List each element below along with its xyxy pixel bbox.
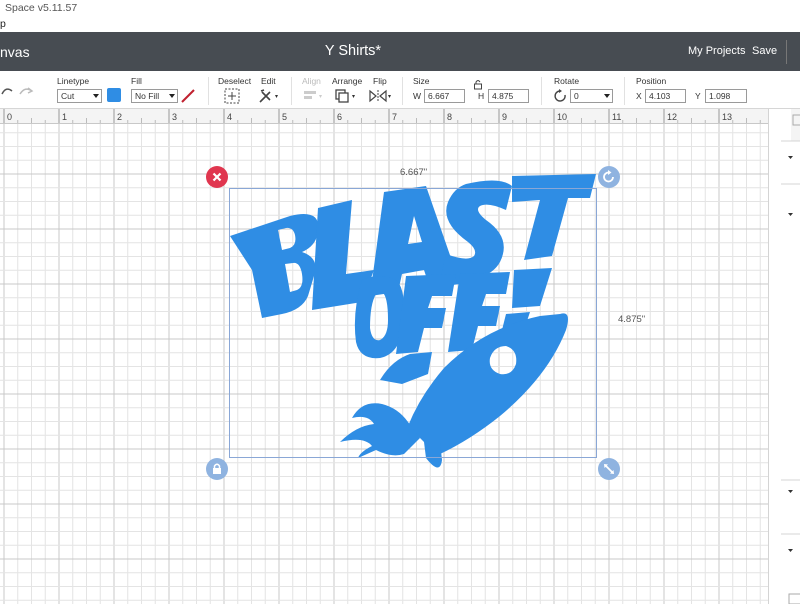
ruler-tick-label: 3 bbox=[172, 112, 177, 122]
arrange-label: Arrange bbox=[332, 76, 363, 86]
toolbar-divider bbox=[624, 77, 625, 105]
ruler-tick-label: 2 bbox=[117, 112, 122, 122]
resize-handle[interactable] bbox=[598, 458, 620, 480]
ruler-tick-label: 4 bbox=[227, 112, 232, 122]
ruler-tick-label: 8 bbox=[447, 112, 452, 122]
rotate-icon bbox=[554, 89, 566, 102]
ruler-tick-label: 11 bbox=[612, 112, 621, 122]
linetype-color-swatch[interactable] bbox=[107, 88, 121, 102]
close-icon bbox=[212, 172, 222, 182]
chevron-down-icon bbox=[169, 94, 175, 98]
menu-help[interactable]: p bbox=[0, 16, 6, 32]
lock-icon bbox=[213, 463, 221, 474]
size-width-value: 6.667 bbox=[428, 91, 450, 101]
header-divider bbox=[786, 40, 787, 64]
selection-bounding-box[interactable] bbox=[229, 188, 597, 458]
linetype-select[interactable]: Cut bbox=[57, 89, 102, 103]
ruler-tick-label: 5 bbox=[282, 112, 287, 122]
fill-value: No Fill bbox=[135, 91, 160, 101]
position-x-value: 4.103 bbox=[649, 91, 671, 101]
deselect-label: Deselect bbox=[218, 76, 252, 86]
project-title: Y Shirts* bbox=[324, 43, 382, 59]
position-label: Position bbox=[636, 76, 667, 86]
fill-color-none-icon[interactable] bbox=[180, 88, 196, 104]
toolbar-divider bbox=[541, 77, 542, 105]
ruler-tick-label: 1 bbox=[62, 112, 67, 122]
position-y-value: 1.098 bbox=[709, 91, 731, 101]
rotate-icon bbox=[603, 170, 614, 183]
deselect-icon[interactable] bbox=[224, 88, 240, 104]
horizontal-ruler: 0 1 2 3 4 5 6 7 8 9 10 11 12 13 bbox=[0, 109, 780, 124]
delete-handle[interactable] bbox=[206, 166, 228, 188]
size-width-input[interactable]: 6.667 bbox=[424, 89, 465, 103]
chevron-down-icon bbox=[788, 490, 793, 493]
selection-height-label: 4.875" bbox=[618, 314, 646, 325]
size-height-value: 4.875 bbox=[492, 91, 514, 101]
rotate-handle[interactable] bbox=[598, 166, 620, 188]
edit-toolbar: Linetype Cut Fill No Fill Deselect Edit … bbox=[0, 71, 800, 109]
toolbar-divider bbox=[291, 77, 292, 105]
chevron-down-icon bbox=[788, 156, 793, 159]
edit-tools-icon[interactable] bbox=[258, 88, 280, 104]
selection-width-label: 6.667" bbox=[400, 167, 428, 178]
ruler-tick-label: 7 bbox=[392, 112, 397, 122]
fill-select[interactable]: No Fill bbox=[131, 89, 178, 103]
pos-x-label: X bbox=[636, 91, 642, 101]
pos-y-label: Y bbox=[695, 91, 701, 101]
size-h-label: H bbox=[478, 91, 485, 101]
arrange-icon[interactable] bbox=[334, 88, 358, 104]
layers-panel bbox=[768, 109, 800, 605]
chevron-down-icon bbox=[788, 213, 793, 216]
chevron-down-icon bbox=[788, 549, 793, 552]
size-label: Size bbox=[413, 76, 430, 86]
ruler-tick-label: 13 bbox=[722, 112, 732, 122]
my-projects-button[interactable]: My Projects bbox=[688, 45, 745, 57]
undo-redo-icons[interactable] bbox=[0, 83, 36, 99]
align-icon bbox=[304, 91, 322, 99]
ruler-tick-label: 10 bbox=[557, 112, 567, 122]
toolbar-divider bbox=[208, 77, 209, 105]
position-y-input[interactable]: 1.098 bbox=[705, 89, 747, 103]
app-header: nvas Y Shirts* My Projects Save bbox=[0, 32, 800, 71]
undo-icon bbox=[1, 88, 13, 95]
size-height-input[interactable]: 4.875 bbox=[488, 89, 529, 103]
app-version-title: Space v5.11.57 bbox=[5, 2, 78, 14]
design-canvas[interactable]: 6.667" 4.875" bbox=[0, 124, 768, 604]
rotate-label: Rotate bbox=[554, 76, 580, 86]
ruler-tick-label: 6 bbox=[337, 112, 342, 122]
chevron-down-icon bbox=[93, 94, 99, 98]
fill-label: Fill bbox=[131, 76, 142, 86]
toolbar-divider bbox=[402, 77, 403, 105]
redo-icon bbox=[19, 87, 34, 95]
flip-icon[interactable] bbox=[368, 88, 394, 104]
window-titlebar: Space v5.11.57 bbox=[0, 0, 800, 16]
ruler-tick-label: 0 bbox=[7, 112, 12, 122]
rotate-value: 0 bbox=[574, 91, 579, 101]
flip-label: Flip bbox=[373, 76, 387, 86]
edit-label: Edit bbox=[261, 76, 276, 86]
size-w-label: W bbox=[413, 91, 422, 101]
save-button[interactable]: Save bbox=[752, 45, 777, 57]
rotate-input[interactable]: 0 bbox=[570, 89, 613, 103]
chevron-down-icon bbox=[604, 94, 610, 98]
ruler-tick-label: 12 bbox=[667, 112, 677, 122]
linetype-value: Cut bbox=[61, 91, 75, 101]
resize-arrow-icon bbox=[604, 464, 614, 474]
linetype-label: Linetype bbox=[57, 76, 90, 86]
ruler-ticks: 0 1 2 3 4 5 6 7 8 9 10 11 12 13 bbox=[3, 109, 761, 123]
align-label: Align bbox=[302, 76, 321, 86]
layers-panel-fragments bbox=[781, 109, 800, 605]
lock-handle[interactable] bbox=[206, 458, 228, 480]
size-lock-icon[interactable] bbox=[473, 79, 483, 90]
ruler-tick-label: 9 bbox=[502, 112, 507, 122]
menubar: p bbox=[0, 16, 800, 32]
position-x-input[interactable]: 4.103 bbox=[645, 89, 686, 103]
